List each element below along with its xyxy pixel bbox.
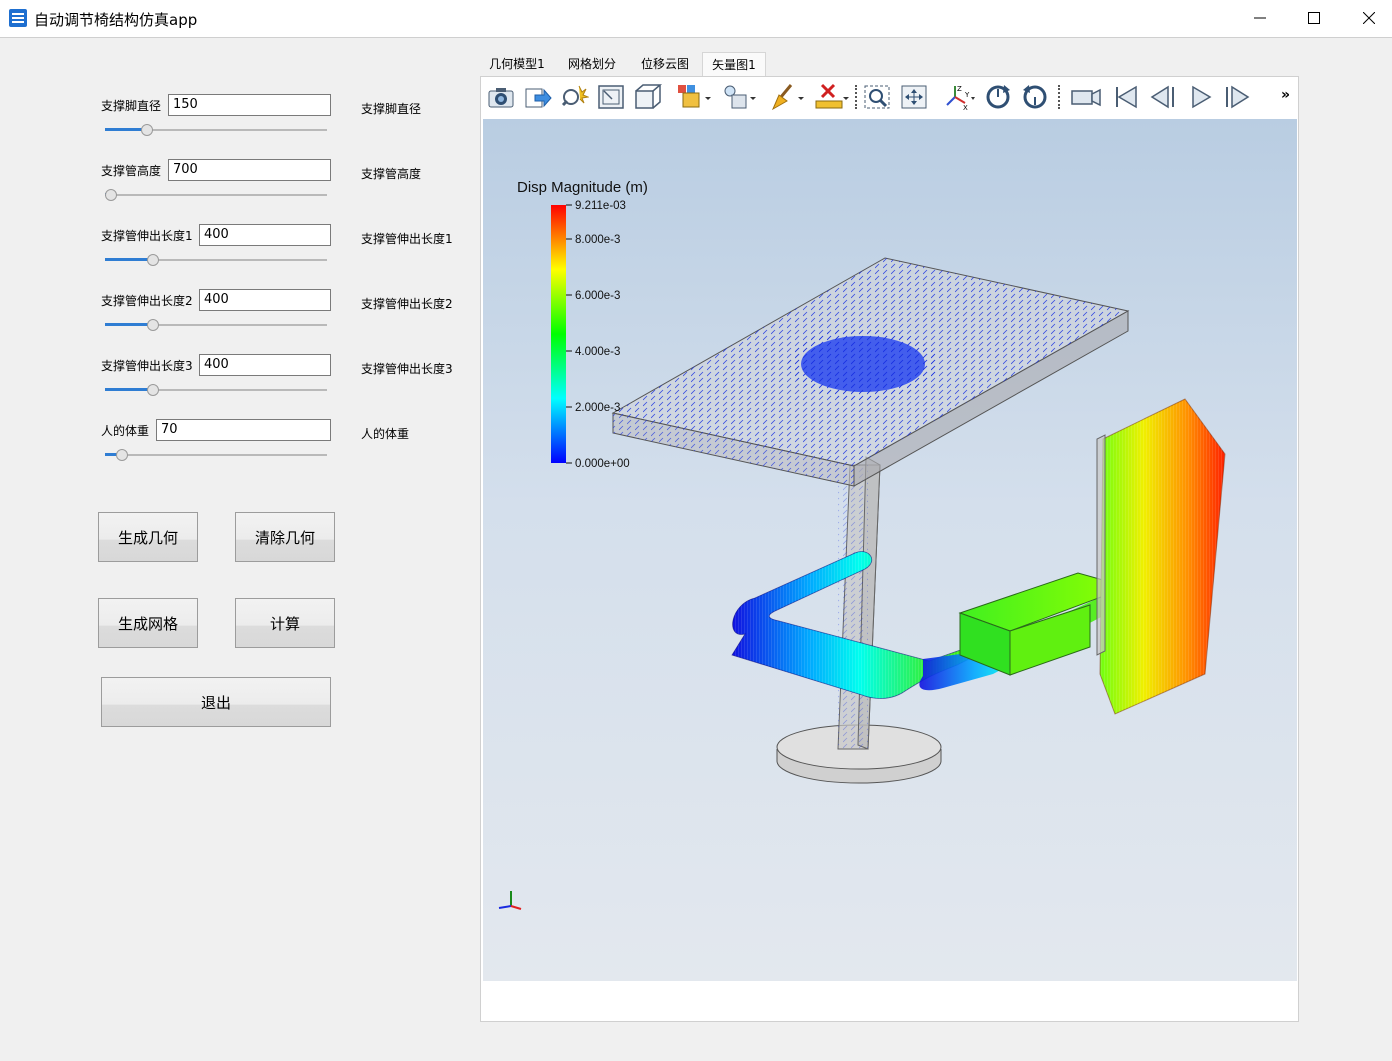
foot-diameter-input[interactable]: 150 <box>168 94 331 116</box>
side-label-extension-2: 支撑管伸出长度2 <box>361 297 453 311</box>
tube-height-input[interactable]: 700 <box>168 159 331 181</box>
colorbar-tick: 2.000e-3 <box>575 402 620 414</box>
paint-icon[interactable] <box>769 83 804 111</box>
slider-handle[interactable] <box>147 319 159 331</box>
colorbar-tick: 8.000e-3 <box>575 234 620 246</box>
rotate-cw-icon[interactable] <box>983 83 1013 111</box>
axes-icon[interactable]: ZYX <box>943 83 975 111</box>
svg-text:Y: Y <box>964 91 970 99</box>
next-frame-icon[interactable] <box>1222 83 1252 111</box>
tab-geometry-model[interactable]: 几何模型1 <box>480 52 554 76</box>
close-icon <box>1363 12 1375 24</box>
minimize-icon <box>1254 17 1266 19</box>
colorbar-tick: 0.000e+00 <box>575 458 630 470</box>
delete-ruler-icon[interactable] <box>814 83 849 111</box>
colorbar-title: Disp Magnitude (m) <box>517 179 648 196</box>
extension-1-input[interactable]: 400 <box>199 224 331 246</box>
maximize-button[interactable] <box>1291 0 1337 37</box>
vector-plot-viewer: ZYX » Disp Magnitude (m) 9.211e-03 8.000… <box>480 76 1299 1022</box>
colorbar <box>551 205 566 463</box>
tab-vector-plot[interactable]: 矢量图1 <box>702 52 766 76</box>
clear-geometry-button[interactable]: 清除几何 <box>235 512 335 562</box>
exit-button[interactable]: 退出 <box>101 677 331 727</box>
viewer-toolbar: ZYX » <box>481 77 1298 117</box>
play-icon[interactable] <box>1185 83 1215 111</box>
colorbar-tick: 4.000e-3 <box>575 346 620 358</box>
first-frame-icon[interactable] <box>1111 83 1141 111</box>
param-label-extension-1: 支撑管伸出长度1 <box>101 229 193 243</box>
tab-displacement-contour[interactable]: 位移云图 <box>629 52 701 76</box>
pan-icon[interactable] <box>899 83 929 111</box>
slider-handle[interactable] <box>147 384 159 396</box>
render-scene[interactable]: Disp Magnitude (m) 9.211e-03 8.000e-3 6.… <box>483 119 1297 981</box>
slider-handle[interactable] <box>105 189 117 201</box>
window-title: 自动调节椅结构仿真app <box>34 11 198 29</box>
tube-height-slider[interactable] <box>105 189 327 201</box>
side-label-body-weight: 人的体重 <box>361 427 410 441</box>
minimize-button[interactable] <box>1237 0 1283 37</box>
tab-mesh[interactable]: 网格划分 <box>556 52 628 76</box>
generate-mesh-button[interactable]: 生成网格 <box>98 598 198 648</box>
toolbar-separator <box>1058 85 1060 109</box>
box-view-icon[interactable] <box>633 83 663 111</box>
param-label-extension-3: 支撑管伸出长度3 <box>101 359 193 373</box>
export-icon[interactable] <box>523 83 553 111</box>
colorbar-tick: 9.211e-03 <box>575 200 626 212</box>
side-label-extension-1: 支撑管伸出长度1 <box>361 232 453 246</box>
side-label-tube-height: 支撑管高度 <box>361 167 422 181</box>
side-label-foot-diameter: 支撑脚直径 <box>361 102 422 116</box>
light-icon[interactable] <box>721 83 756 111</box>
rotate-ccw-icon[interactable] <box>1020 83 1050 111</box>
toolbar-separator <box>855 85 857 109</box>
svg-text:X: X <box>963 104 968 111</box>
display-mode-icon[interactable] <box>676 83 711 111</box>
toolbar-more-button[interactable]: » <box>1281 87 1290 103</box>
generate-geometry-button[interactable]: 生成几何 <box>98 512 198 562</box>
extension-1-slider[interactable] <box>105 254 327 266</box>
body-weight-input[interactable]: 70 <box>156 419 331 441</box>
slider-handle[interactable] <box>147 254 159 266</box>
param-label-foot-diameter: 支撑脚直径 <box>101 99 162 113</box>
extension-2-input[interactable]: 400 <box>199 289 331 311</box>
body-weight-slider[interactable] <box>105 449 327 461</box>
foot-diameter-slider[interactable] <box>105 124 327 136</box>
param-label-extension-2: 支撑管伸出长度2 <box>101 294 193 308</box>
video-icon[interactable] <box>1070 83 1101 111</box>
param-label-body-weight: 人的体重 <box>101 424 150 438</box>
param-label-tube-height: 支撑管高度 <box>101 164 162 178</box>
maximize-icon <box>1308 12 1320 24</box>
orientation-axes-icon <box>498 891 522 910</box>
zoom-fit-icon[interactable] <box>596 83 626 111</box>
side-label-extension-3: 支撑管伸出长度3 <box>361 362 453 376</box>
svg-text:Z: Z <box>957 85 962 93</box>
camera-icon[interactable] <box>486 83 516 111</box>
extension-2-slider[interactable] <box>105 319 327 331</box>
extension-3-input[interactable]: 400 <box>199 354 331 376</box>
prev-frame-icon[interactable] <box>1148 83 1178 111</box>
vector-field-render: Disp Magnitude (m) 9.211e-03 8.000e-3 6.… <box>498 179 1226 910</box>
title-bar: 自动调节椅结构仿真app <box>0 0 1392 38</box>
slider-handle[interactable] <box>141 124 153 136</box>
close-button[interactable] <box>1346 0 1392 37</box>
slider-handle[interactable] <box>116 449 128 461</box>
magic-zoom-icon[interactable] <box>559 83 589 111</box>
zoom-box-icon[interactable] <box>862 83 892 111</box>
app-icon <box>9 9 27 27</box>
colorbar-tick: 6.000e-3 <box>575 290 620 302</box>
extension-3-slider[interactable] <box>105 384 327 396</box>
compute-button[interactable]: 计算 <box>235 598 335 648</box>
